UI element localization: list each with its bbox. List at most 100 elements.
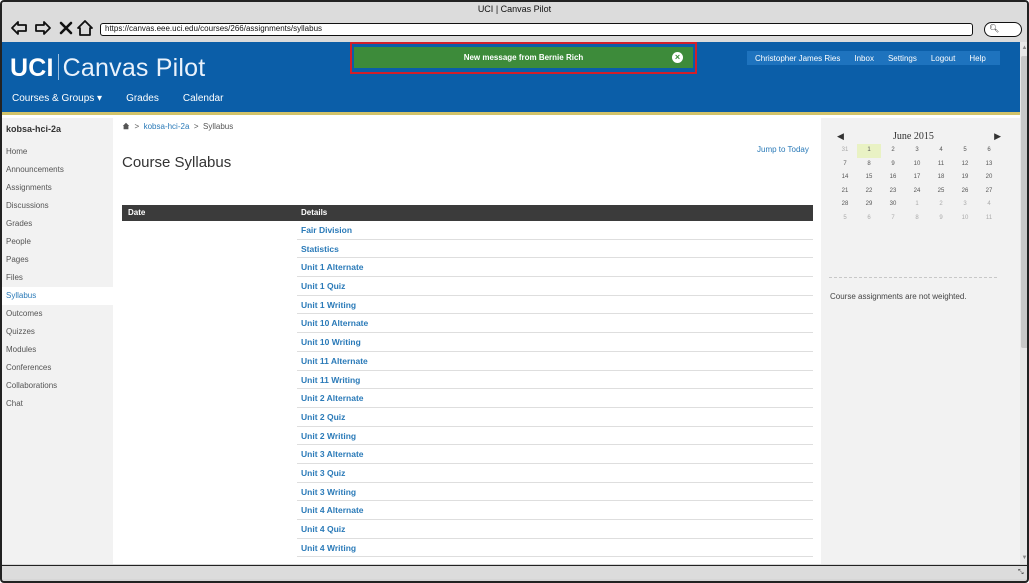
nav-calendar[interactable]: Calendar <box>183 93 224 104</box>
user-name-link[interactable]: Christopher James Ries <box>755 54 840 63</box>
assignment-link[interactable]: Unit 4 Writing <box>301 543 356 553</box>
calendar-day[interactable]: 26 <box>953 185 977 199</box>
calendar-day[interactable]: 8 <box>905 212 929 226</box>
sidebar-item-people[interactable]: People <box>2 233 113 251</box>
assignment-link[interactable]: Fair Division <box>301 225 352 235</box>
sidebar-item-announcements[interactable]: Announcements <box>2 161 113 179</box>
assignment-link[interactable]: Unit 1 Quiz <box>301 281 345 291</box>
assignment-link[interactable]: Unit 1 Alternate <box>301 262 364 272</box>
calendar-day[interactable]: 5 <box>833 212 857 226</box>
sidebar-item-collaborations[interactable]: Collaborations <box>2 377 113 395</box>
calendar-day[interactable]: 23 <box>881 185 905 199</box>
close-icon[interactable]: × <box>672 52 683 63</box>
course-name[interactable]: kobsa-hci-2a <box>6 124 61 134</box>
sidebar-item-grades[interactable]: Grades <box>2 215 113 233</box>
assignment-link[interactable]: Unit 1 Writing <box>301 300 356 310</box>
calendar-day[interactable]: 4 <box>977 198 1001 212</box>
calendar-day[interactable]: 11 <box>929 158 953 172</box>
assignment-link[interactable]: Unit 11 Alternate <box>301 356 368 366</box>
calendar-day[interactable]: 3 <box>953 198 977 212</box>
new-message-notification[interactable]: New message from Bernie Rich × <box>354 47 693 68</box>
help-link[interactable]: Help <box>969 54 985 63</box>
sidebar-item-files[interactable]: Files <box>2 269 113 287</box>
stop-x-icon[interactable] <box>57 19 75 37</box>
forward-arrow-icon[interactable] <box>34 19 52 37</box>
calendar-day[interactable]: 7 <box>833 158 857 172</box>
calendar-day[interactable]: 9 <box>881 158 905 172</box>
back-arrow-icon[interactable] <box>10 19 28 37</box>
calendar-day[interactable]: 24 <box>905 185 929 199</box>
calendar-day[interactable]: 28 <box>833 198 857 212</box>
sidebar-item-assignments[interactable]: Assignments <box>2 179 113 197</box>
calendar-day[interactable]: 10 <box>905 158 929 172</box>
sidebar-item-outcomes[interactable]: Outcomes <box>2 305 113 323</box>
scrollbar-thumb[interactable] <box>1021 56 1027 348</box>
calendar-day[interactable]: 3 <box>905 144 929 158</box>
calendar-day[interactable]: 22 <box>857 185 881 199</box>
assignment-link[interactable]: Unit 10 Writing <box>301 337 361 347</box>
calendar-day[interactable]: 20 <box>977 171 1001 185</box>
assignment-link[interactable]: Statistics <box>301 244 339 254</box>
calendar-day[interactable]: 2 <box>881 144 905 158</box>
calendar-day[interactable]: 6 <box>857 212 881 226</box>
next-month-icon[interactable]: ▶ <box>994 131 1001 142</box>
prev-month-icon[interactable]: ◀ <box>837 131 844 142</box>
assignment-link[interactable]: Unit 4 Alternate <box>301 505 364 515</box>
resize-grip-icon[interactable]: ⤡ <box>1018 569 1026 577</box>
sidebar-item-discussions[interactable]: Discussions <box>2 197 113 215</box>
nav-grades[interactable]: Grades <box>126 93 159 104</box>
sidebar-item-conferences[interactable]: Conferences <box>2 359 113 377</box>
calendar-day[interactable]: 27 <box>977 185 1001 199</box>
logout-link[interactable]: Logout <box>931 54 955 63</box>
assignment-link[interactable]: Unit 4 Quiz <box>301 524 345 534</box>
calendar-day[interactable]: 17 <box>905 171 929 185</box>
assignment-link[interactable]: Unit 3 Quiz <box>301 468 345 478</box>
calendar-day[interactable]: 5 <box>953 144 977 158</box>
inbox-link[interactable]: Inbox <box>854 54 874 63</box>
calendar-day[interactable]: 25 <box>929 185 953 199</box>
calendar-day[interactable]: 10 <box>953 212 977 226</box>
assignment-link[interactable]: Unit 2 Writing <box>301 431 356 441</box>
sidebar-item-syllabus[interactable]: Syllabus <box>2 287 113 305</box>
uci-canvas-logo[interactable]: UCI Canvas Pilot <box>10 54 205 83</box>
home-icon[interactable] <box>76 19 94 37</box>
home-icon[interactable] <box>122 122 130 130</box>
calendar-day[interactable]: 12 <box>953 158 977 172</box>
calendar-day[interactable]: 13 <box>977 158 1001 172</box>
calendar-day[interactable]: 1 <box>857 144 881 158</box>
nav-courses-groups[interactable]: Courses & Groups ▾ <box>12 93 102 104</box>
calendar-day[interactable]: 14 <box>833 171 857 185</box>
assignment-link[interactable]: Unit 2 Alternate <box>301 393 364 403</box>
breadcrumb-course-link[interactable]: kobsa-hci-2a <box>144 122 190 131</box>
calendar-day[interactable]: 9 <box>929 212 953 226</box>
calendar-day[interactable]: 8 <box>857 158 881 172</box>
assignment-link[interactable]: Unit 2 Quiz <box>301 412 345 422</box>
calendar-day[interactable]: 31 <box>833 144 857 158</box>
assignment-link[interactable]: Unit 11 Writing <box>301 375 360 385</box>
sidebar-item-pages[interactable]: Pages <box>2 251 113 269</box>
assignment-link[interactable]: Unit 3 Writing <box>301 487 356 497</box>
scroll-up-icon[interactable]: ▲ <box>1021 44 1027 52</box>
calendar-day[interactable]: 21 <box>833 185 857 199</box>
calendar-day[interactable]: 18 <box>929 171 953 185</box>
calendar-day[interactable]: 7 <box>881 212 905 226</box>
calendar-day[interactable]: 29 <box>857 198 881 212</box>
calendar-day[interactable]: 19 <box>953 171 977 185</box>
calendar-day[interactable]: 6 <box>977 144 1001 158</box>
jump-to-today-link[interactable]: Jump to Today <box>757 145 809 154</box>
calendar-day[interactable]: 4 <box>929 144 953 158</box>
scroll-down-icon[interactable]: ▼ <box>1021 554 1027 562</box>
assignment-link[interactable]: Unit 3 Alternate <box>301 449 364 459</box>
sidebar-item-chat[interactable]: Chat <box>2 395 113 413</box>
vertical-scrollbar[interactable]: ▲ ▼ <box>1020 42 1027 564</box>
search-box[interactable]: 🔍︎ <box>984 22 1022 37</box>
calendar-day[interactable]: 2 <box>929 198 953 212</box>
calendar-day[interactable]: 16 <box>881 171 905 185</box>
address-bar[interactable]: https://canvas.eee.uci.edu/courses/266/a… <box>100 23 973 36</box>
calendar-day[interactable]: 30 <box>881 198 905 212</box>
settings-link[interactable]: Settings <box>888 54 917 63</box>
assignment-link[interactable]: Unit 10 Alternate <box>301 318 368 328</box>
calendar-day[interactable]: 11 <box>977 212 1001 226</box>
calendar-day[interactable]: 15 <box>857 171 881 185</box>
sidebar-item-modules[interactable]: Modules <box>2 341 113 359</box>
